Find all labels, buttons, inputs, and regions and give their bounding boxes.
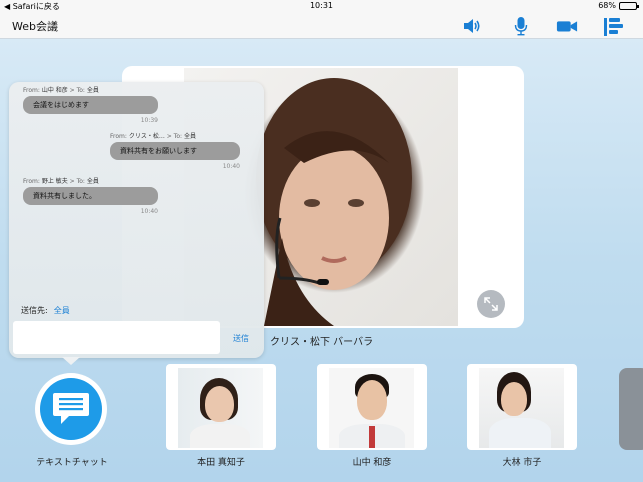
participant-tile[interactable]: 山中 和彦	[317, 364, 427, 468]
participant-name: 本田 真知子	[197, 458, 245, 468]
chat-message: From: 野上 敏夫 > To: 全員 資料共有しました。 10:40	[23, 176, 158, 215]
chat-message-header: From: 山中 和彦 > To: 全員	[23, 87, 99, 94]
chat-popover-arrow	[62, 357, 80, 365]
expand-icon	[484, 297, 498, 311]
text-chat-button[interactable]	[35, 373, 107, 445]
share-screen-icon[interactable]	[603, 16, 625, 36]
battery-icon	[619, 1, 639, 10]
participant-video-thumbnail	[329, 368, 414, 448]
participant-video-thumbnail	[479, 368, 564, 448]
send-to-recipient[interactable]: 全員	[54, 306, 70, 315]
chat-message-header: From: クリス・松… > To: 全員	[110, 133, 196, 140]
battery-percent: 68%	[598, 1, 616, 10]
participant-name: 大林 市子	[502, 458, 542, 468]
chat-bubble-icon	[53, 393, 89, 424]
participant-tile[interactable]: 本田 真知子	[166, 364, 276, 468]
chat-timestamp: 10:39	[140, 117, 158, 124]
speaker-icon[interactable]	[461, 16, 483, 36]
status-time: 10:31	[309, 1, 334, 10]
video-camera-icon[interactable]	[556, 16, 578, 36]
participant-tile[interactable]: 大林 市子	[467, 364, 577, 468]
chat-message: From: クリス・松… > To: 全員 資料共有をお願いします 10:40	[110, 131, 240, 170]
main-video-speaker-name: クリス・松下 バーバラ	[270, 337, 374, 348]
chat-message: From: 山中 和彦 > To: 全員 会議をはじめます 10:39	[23, 85, 158, 124]
chat-bubble: 資料共有しました。	[23, 187, 158, 205]
chat-bubble: 資料共有をお願いします	[110, 142, 240, 160]
nav-bar: Web会議	[0, 13, 643, 39]
chat-message-header: From: 野上 敏夫 > To: 全員	[23, 178, 99, 185]
participant-video-thumbnail	[178, 368, 263, 448]
microphone-icon[interactable]	[510, 16, 532, 36]
battery-indicator: 68%	[598, 1, 639, 10]
participant-list-scroll-handle[interactable]	[619, 368, 643, 450]
app-title: Web会議	[12, 20, 58, 33]
send-to-label: 送信先:	[21, 306, 48, 315]
text-chat-panel: From: 山中 和彦 > To: 全員 会議をはじめます 10:39 From…	[9, 82, 264, 358]
send-to-row[interactable]: 送信先: 全員	[21, 305, 70, 316]
chat-message-input[interactable]	[13, 321, 220, 354]
chat-timestamp: 10:40	[222, 163, 240, 170]
expand-video-button[interactable]	[477, 290, 505, 318]
chat-bubble: 会議をはじめます	[23, 96, 158, 114]
status-bar: ◀ Safariに戻る 10:31 68%	[0, 0, 643, 13]
send-button[interactable]: 送信	[233, 333, 249, 344]
text-chat-label: テキストチャット	[36, 458, 108, 468]
participant-name: 山中 和彦	[352, 458, 392, 468]
chat-timestamp: 10:40	[140, 208, 158, 215]
